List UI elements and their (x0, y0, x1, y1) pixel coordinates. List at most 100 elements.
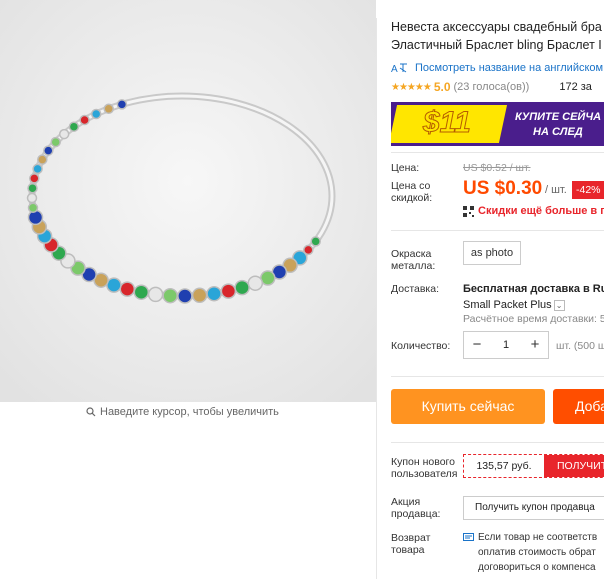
shipping-method: Бесплатная доставка в Rus (463, 283, 604, 295)
rhinestone (177, 288, 193, 304)
label-line: металла: (391, 260, 436, 272)
quantity-stepper[interactable]: − 1 + (463, 331, 549, 359)
rhinestone (27, 202, 39, 214)
rhinestone (234, 279, 250, 296)
rhinestone (29, 173, 40, 184)
translate-link-text[interactable]: Посмотреть название на английском (415, 62, 603, 74)
quantity-increase-button[interactable]: + (522, 332, 548, 358)
rhinestone (147, 286, 164, 303)
new-user-coupon: 135,57 руб. ПОЛУЧИТЬ (463, 454, 604, 478)
rhinestone (206, 285, 222, 302)
rhinestone (247, 275, 264, 291)
rhinestone (90, 108, 102, 120)
star-rating-icon: ★★★★★ (391, 81, 432, 93)
coupon-amount: 135,57 руб. (476, 460, 532, 472)
label-line: Купон нового (391, 456, 455, 468)
get-seller-coupon-button[interactable]: Получить купон продавца (463, 496, 604, 520)
current-price: US $0.30 (463, 178, 543, 199)
rhinestone (220, 283, 237, 299)
returns-policy-text: Если товар не соответств оплатив стоимос… (478, 530, 597, 575)
rhinestone (79, 114, 90, 126)
rating: ★★★★★ 5.0 (23 голоса(ов)) 172 за (391, 80, 592, 94)
rhinestone (27, 182, 38, 194)
rhinestone (37, 154, 48, 165)
chevron-down-icon[interactable]: ⌄ (553, 299, 565, 311)
shipping-carrier[interactable]: Small Packet Plus (463, 299, 552, 311)
promo-text: КУПИТЕ СЕЙЧА НА СЛЕД (515, 110, 601, 140)
price-label: Цена: (391, 162, 420, 174)
app-discount-text[interactable]: Скидки ещё больше в при (478, 205, 604, 217)
metal-color-label: Окраска металла: (391, 248, 435, 272)
label-line: Возврат (391, 532, 431, 544)
label-line: скидкой: (391, 192, 433, 204)
rhinestone (116, 99, 128, 110)
translate-icon: A (391, 63, 407, 74)
seller-promo-label: Акция продавца: (391, 496, 440, 520)
buy-now-button[interactable]: Купить сейчас (391, 389, 545, 424)
rhinestone (27, 209, 44, 226)
quantity-decrease-button[interactable]: − (464, 332, 490, 358)
divider (391, 376, 604, 377)
get-coupon-button[interactable]: ПОЛУЧИТЬ (544, 455, 604, 477)
rhinestone (103, 103, 114, 115)
svg-text:A: A (391, 64, 398, 74)
promo-line: КУПИТЕ СЕЙЧА (515, 111, 602, 123)
shipping-label: Доставка: (391, 283, 440, 295)
old-price: US $0.52 / шт. (463, 162, 531, 174)
label-line: продавца: (391, 508, 441, 520)
translate-link[interactable]: A Посмотреть название на английском (391, 62, 603, 74)
orders-count: 172 за (559, 81, 592, 93)
price-unit: / шт. (545, 184, 567, 196)
delivery-time: Расчётное время доставки: 5 (463, 313, 604, 325)
zoom-hint: Наведите курсор, чтобы увеличить (86, 406, 279, 418)
qr-code-icon (463, 205, 474, 217)
rhinestone (119, 281, 136, 297)
label-line: Окраска (391, 248, 432, 260)
product-title: Невеста аксессуары свадебный бра Эластич… (391, 18, 604, 54)
rhinestone (43, 145, 54, 156)
rhinestone (68, 121, 80, 132)
returns-label: Возврат товара (391, 532, 430, 556)
discount-badge: -42% (572, 181, 604, 199)
magnifier-icon (86, 407, 96, 417)
metal-color-option[interactable]: as photo (463, 241, 521, 265)
promo-line: НА СЛЕД (533, 126, 583, 138)
rhinestone (106, 277, 122, 293)
app-discount-link[interactable]: Скидки ещё больше в при (463, 205, 604, 217)
returns-line: Если товар не соответств (478, 532, 598, 543)
divider (376, 18, 377, 579)
label-line: Акция (391, 496, 421, 508)
rhinestone (162, 287, 178, 304)
returns-line: оплатив стоимость обрат (478, 547, 596, 558)
rhinestone (191, 287, 208, 304)
product-title-line: Эластичный Браслет bling Браслет I (391, 38, 602, 52)
promo-amount: $11 (423, 106, 472, 140)
label-line: пользователя (391, 468, 458, 480)
discount-price-label: Цена со скидкой: (391, 180, 432, 204)
divider (391, 230, 604, 231)
label-line: Цена со (391, 180, 431, 192)
rhinestone (58, 128, 70, 140)
label-line: товара (391, 544, 425, 556)
votes-link[interactable]: (23 голоса(ов)) (454, 81, 530, 93)
product-details: Невеста аксессуары свадебный бра Эластич… (391, 0, 604, 579)
divider (391, 152, 604, 153)
rhinestone (32, 163, 43, 175)
new-user-coupon-label: Купон нового пользователя (391, 456, 458, 480)
rating-value: 5.0 (433, 80, 451, 94)
add-to-cart-button[interactable]: Доба (553, 389, 604, 424)
rhinestone (50, 136, 61, 148)
returns-line: договориться о компенса (478, 562, 596, 573)
bracelet-image (0, 0, 376, 402)
divider (391, 442, 604, 443)
quantity-label: Количество: (391, 340, 451, 352)
product-image[interactable] (0, 0, 376, 402)
rhinestone (133, 284, 150, 300)
rhinestone (26, 192, 38, 204)
product-title-line: Невеста аксессуары свадебный бра (391, 20, 602, 34)
promo-banner[interactable]: $11 КУПИТЕ СЕЙЧА НА СЛЕД (391, 102, 604, 146)
rhinestone (310, 236, 321, 247)
shipping-info: Бесплатная доставка в Rus Small Packet P… (463, 281, 604, 313)
quantity-input[interactable]: 1 (490, 339, 522, 351)
return-policy-icon (463, 533, 474, 541)
